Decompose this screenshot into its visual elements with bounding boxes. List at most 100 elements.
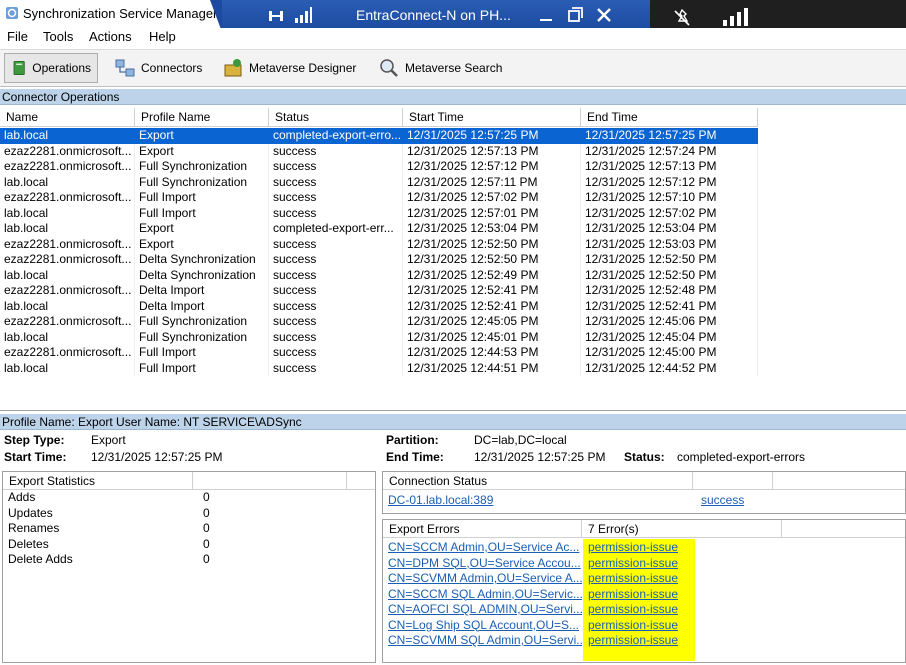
error-dn-link[interactable]: CN=Log Ship SQL Account,OU=S... <box>383 618 582 634</box>
metaverse-designer-button[interactable]: Metaverse Designer <box>216 53 362 83</box>
table-row[interactable]: ezaz2281.onmicrosoft... Export success 1… <box>0 236 758 252</box>
column-start-time[interactable]: Start Time <box>403 108 581 127</box>
list-item[interactable]: CN=DPM SQL,OU=Service Accou... permissio… <box>383 556 905 572</box>
list-item[interactable]: CN=SCCM SQL Admin,OU=Servic... permissio… <box>383 587 905 603</box>
cell-start-time: 12/31/2025 12:57:02 PM <box>403 190 581 206</box>
run-details: Step Type: Export Start Time: 12/31/2025… <box>0 430 906 468</box>
column-name[interactable]: Name <box>0 108 135 127</box>
cell-status: success <box>269 314 403 330</box>
unpin-icon[interactable] <box>672 8 692 28</box>
list-item[interactable]: CN=SCVMM Admin,OU=Service A... permissio… <box>383 571 905 587</box>
cell-end-time: 12/31/2025 12:53:04 PM <box>581 221 758 237</box>
close-icon[interactable] <box>593 4 615 26</box>
list-item[interactable]: CN=AOFCI SQL ADMIN,OU=Servi... permissio… <box>383 602 905 618</box>
cell-end-time: 12/31/2025 12:52:50 PM <box>581 267 758 283</box>
error-dn-link[interactable]: CN=SCVMM SQL Admin,OU=Servi... <box>383 633 582 649</box>
error-type-link[interactable]: permission-issue <box>582 633 678 649</box>
table-row[interactable]: lab.local Export completed-export-err...… <box>0 221 758 237</box>
list-item[interactable]: Delete Adds 0 <box>3 552 375 568</box>
table-row[interactable]: ezaz2281.onmicrosoft... Full Synchroniza… <box>0 159 758 175</box>
table-row[interactable]: lab.local Full Import success 12/31/2025… <box>0 205 758 221</box>
list-item[interactable]: Deletes 0 <box>3 537 375 553</box>
error-type-link[interactable]: permission-issue <box>582 556 678 572</box>
list-item[interactable]: DC-01.lab.local:389 success <box>383 490 905 506</box>
column-status[interactable]: Status <box>269 108 403 127</box>
menu-tools[interactable]: Tools <box>43 29 73 44</box>
cell-name: lab.local <box>0 174 135 190</box>
metaverse-search-label: Metaverse Search <box>405 61 503 75</box>
cell-name: lab.local <box>0 360 135 376</box>
table-row[interactable]: lab.local Full Import success 12/31/2025… <box>0 360 758 376</box>
cell-profile: Delta Synchronization <box>135 267 269 283</box>
operations-button[interactable]: Operations <box>4 53 98 83</box>
menu-help[interactable]: Help <box>149 29 176 44</box>
error-dn-link[interactable]: CN=DPM SQL,OU=Service Accou... <box>383 556 582 572</box>
cell-end-time: 12/31/2025 12:45:04 PM <box>581 329 758 345</box>
table-row[interactable]: lab.local Export completed-export-erro..… <box>0 128 758 144</box>
table-row[interactable]: ezaz2281.onmicrosoft... Full Import succ… <box>0 345 758 361</box>
cell-profile: Export <box>135 221 269 237</box>
pin-icon[interactable] <box>266 6 286 26</box>
cell-profile: Delta Import <box>135 298 269 314</box>
cell-profile: Full Import <box>135 205 269 221</box>
cell-end-time: 12/31/2025 12:57:13 PM <box>581 159 758 175</box>
cell-profile: Full Import <box>135 360 269 376</box>
table-row[interactable]: lab.local Delta Synchronization success … <box>0 267 758 283</box>
stat-value: 0 <box>203 536 210 551</box>
toolbar: Operations Connectors Metaverse Designer… <box>0 49 906 87</box>
error-dn-link[interactable]: CN=SCVMM Admin,OU=Service A... <box>383 571 582 587</box>
error-dn-link[interactable]: CN=SCCM SQL Admin,OU=Servic... <box>383 587 582 603</box>
error-type-link[interactable]: permission-issue <box>582 571 678 587</box>
error-type-link[interactable]: permission-issue <box>582 618 678 634</box>
cell-end-time: 12/31/2025 12:57:10 PM <box>581 190 758 206</box>
table-row[interactable]: lab.local Full Synchronization success 1… <box>0 329 758 345</box>
cell-end-time: 12/31/2025 12:57:25 PM <box>581 128 758 144</box>
error-type-link[interactable]: permission-issue <box>582 540 678 556</box>
start-time-label: Start Time: <box>4 450 67 464</box>
table-row[interactable]: ezaz2281.onmicrosoft... Delta Import suc… <box>0 283 758 299</box>
table-row[interactable]: ezaz2281.onmicrosoft... Full Synchroniza… <box>0 314 758 330</box>
cell-name: lab.local <box>0 221 135 237</box>
cell-status: success <box>269 345 403 361</box>
table-row[interactable]: lab.local Full Synchronization success 1… <box>0 174 758 190</box>
cell-start-time: 12/31/2025 12:52:50 PM <box>403 252 581 268</box>
menu-actions[interactable]: Actions <box>89 29 132 44</box>
menu-file[interactable]: File <box>7 29 28 44</box>
column-profile-name[interactable]: Profile Name <box>135 108 269 127</box>
list-item[interactable]: CN=SCCM Admin,OU=Service Ac... permissio… <box>383 540 905 556</box>
metaverse-search-button[interactable]: Metaverse Search <box>372 53 508 83</box>
list-item[interactable]: CN=Log Ship SQL Account,OU=S... permissi… <box>383 618 905 634</box>
table-row[interactable]: ezaz2281.onmicrosoft... Full Import succ… <box>0 190 758 206</box>
minimize-icon[interactable] <box>535 4 557 26</box>
cell-name: lab.local <box>0 128 135 144</box>
cell-profile: Full Synchronization <box>135 159 269 175</box>
list-item[interactable]: Renames 0 <box>3 521 375 537</box>
list-item[interactable]: CN=SCVMM SQL Admin,OU=Servi... permissio… <box>383 633 905 649</box>
cell-profile: Delta Import <box>135 283 269 299</box>
cell-start-time: 12/31/2025 12:53:04 PM <box>403 221 581 237</box>
connection-server-link[interactable]: DC-01.lab.local:389 <box>383 493 693 506</box>
column-end-time[interactable]: End Time <box>581 108 758 127</box>
error-type-link[interactable]: permission-issue <box>582 587 678 603</box>
error-dn-link[interactable]: CN=AOFCI SQL ADMIN,OU=Servi... <box>383 602 582 618</box>
table-row[interactable]: ezaz2281.onmicrosoft... Delta Synchroniz… <box>0 252 758 268</box>
export-errors-list: CN=SCCM Admin,OU=Service Ac... permissio… <box>383 538 905 649</box>
error-type-link[interactable]: permission-issue <box>582 602 678 618</box>
metaverse-search-icon <box>380 59 398 77</box>
connectors-button[interactable]: Connectors <box>108 53 208 83</box>
export-errors-panel: Export Errors 7 Error(s) CN=SCCM Admin,O… <box>382 519 906 663</box>
list-item[interactable]: Adds 0 <box>3 490 375 506</box>
connection-status-header: Connection Status <box>383 472 693 489</box>
restore-icon[interactable] <box>564 4 586 26</box>
table-row[interactable]: lab.local Delta Import success 12/31/202… <box>0 298 758 314</box>
cell-status: success <box>269 236 403 252</box>
cell-start-time: 12/31/2025 12:52:41 PM <box>403 298 581 314</box>
cell-start-time: 12/31/2025 12:57:12 PM <box>403 159 581 175</box>
list-item[interactable]: Updates 0 <box>3 506 375 522</box>
error-dn-link[interactable]: CN=SCCM Admin,OU=Service Ac... <box>383 540 582 556</box>
cell-start-time: 12/31/2025 12:44:51 PM <box>403 360 581 376</box>
table-row[interactable]: ezaz2281.onmicrosoft... Export success 1… <box>0 143 758 159</box>
export-errors-count: 7 Error(s) <box>582 520 782 537</box>
profile-details-header: Profile Name: Export User Name: NT SERVI… <box>0 414 906 430</box>
connection-result-link[interactable]: success <box>693 493 744 506</box>
